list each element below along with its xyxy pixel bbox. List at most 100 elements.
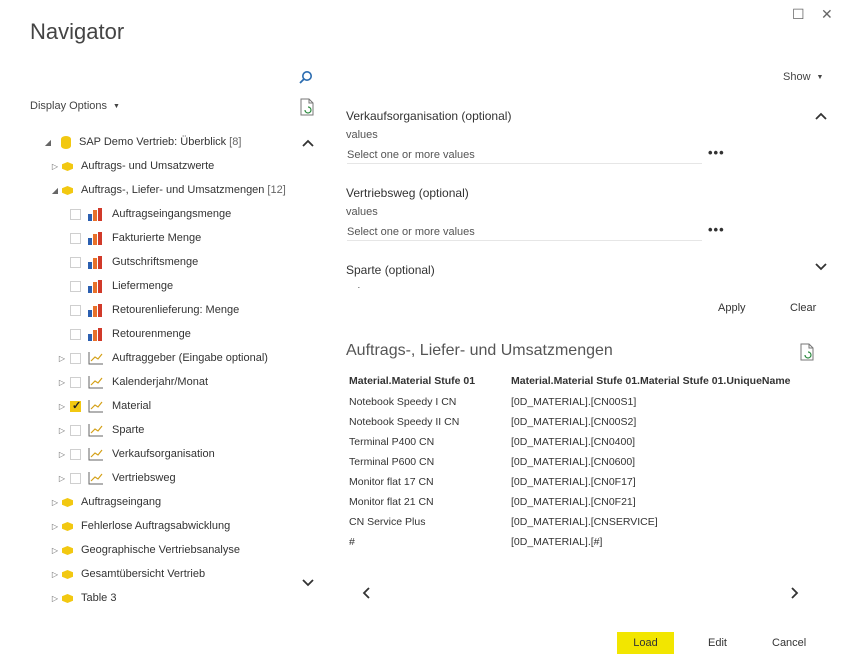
checkbox[interactable] <box>70 328 81 340</box>
tree-node-label: Fehlerlose Auftragsabwicklung <box>81 520 231 532</box>
dimension-icon <box>88 424 103 437</box>
param-hint: values <box>346 206 378 218</box>
tree-node-gesamtuebersicht-vertrieb[interactable]: ▷ Gesamtübersicht Vertrieb <box>50 562 205 586</box>
expand-triangle-icon[interactable]: ▷ <box>50 594 60 603</box>
param-hint: values <box>346 286 378 288</box>
cube-icon <box>62 497 73 507</box>
search-button[interactable] <box>298 70 314 86</box>
checkbox[interactable] <box>70 376 81 388</box>
tree-item-kalenderjahr-monat[interactable]: ▷ Kalenderjahr/Monat <box>57 370 208 394</box>
param-sparte-hint-clip: values <box>346 282 378 288</box>
tree-item-retourenlieferung-menge[interactable]: Retourenlieferung: Menge <box>70 298 239 322</box>
tree-node-geographische-vertriebsanalyse[interactable]: ▷ Geographische Vertriebsanalyse <box>50 538 240 562</box>
expand-triangle-icon[interactable]: ▷ <box>57 474 67 483</box>
tree-item-fakturierte-menge[interactable]: Fakturierte Menge <box>70 226 201 250</box>
tree-item-label: Auftragseingangsmenge <box>112 208 232 220</box>
expand-triangle-icon[interactable]: ▷ <box>50 570 60 579</box>
edit-button[interactable]: Edit <box>708 637 727 649</box>
table-row: Monitor flat 17 CN [0D_MATERIAL].[CN0F17] <box>349 471 814 491</box>
table-cell: Monitor flat 17 CN <box>349 476 434 488</box>
tree-item-auftragseingangsmenge[interactable]: Auftragseingangsmenge <box>70 202 231 226</box>
show-label: Show <box>783 71 811 83</box>
scroll-right-icon[interactable] <box>790 586 800 603</box>
checkbox[interactable] <box>70 424 81 436</box>
more-options-icon[interactable]: ••• <box>708 222 725 237</box>
table-row: Notebook Speedy II CN [0D_MATERIAL].[CN00… <box>349 411 814 431</box>
database-icon <box>61 135 71 149</box>
clear-button[interactable]: Clear <box>790 302 816 314</box>
expand-triangle-icon[interactable]: ▷ <box>50 162 60 171</box>
show-dropdown[interactable]: Show ▼ <box>783 71 823 83</box>
expand-triangle-icon[interactable]: ▷ <box>57 450 67 459</box>
expand-triangle-icon[interactable]: ▷ <box>50 522 60 531</box>
tree-item-verkaufsorganisation[interactable]: ▷ Verkaufsorganisation <box>57 442 215 466</box>
tree-node-table-3[interactable]: ▷ Table 3 <box>50 586 117 610</box>
maximize-button[interactable]: ☐ <box>792 6 805 23</box>
cube-icon <box>62 593 73 603</box>
checkbox[interactable] <box>70 208 81 220</box>
table-cell: [0D_MATERIAL].[#] <box>511 536 603 548</box>
measure-bar-icon <box>88 279 104 293</box>
load-button[interactable]: Load <box>617 632 674 654</box>
tree-node-count: [8] <box>229 136 242 148</box>
display-options-dropdown[interactable]: Display Options ▼ <box>30 100 120 112</box>
tree-node-sap-demo[interactable]: ◢ SAP Demo Vertrieb: Überblick [8] <box>43 130 241 154</box>
tree-item-label: Retourenlieferung: Menge <box>112 304 240 316</box>
tree-node-auftrags-umsatzwerte[interactable]: ▷ Auftrags- und Umsatzwerte <box>50 154 214 178</box>
collapse-triangle-icon[interactable]: ◢ <box>50 186 60 195</box>
tree-node-count: [12] <box>267 184 286 196</box>
refresh-button[interactable] <box>299 98 315 116</box>
table-cell: [0D_MATERIAL].[CN00S1] <box>511 396 637 408</box>
tree-node-label: Auftrags- und Umsatzwerte <box>81 160 215 172</box>
collapse-triangle-icon[interactable]: ◢ <box>43 138 53 147</box>
tree-node-fehlerlose-auftragsabwicklung[interactable]: ▷ Fehlerlose Auftragsabwicklung <box>50 514 230 538</box>
checkbox[interactable] <box>70 256 81 268</box>
table-cell: [0D_MATERIAL].[CN00S2] <box>511 416 637 428</box>
tree-item-label: Gutschriftsmenge <box>112 256 199 268</box>
table-body: Notebook Speedy I CN [0D_MATERIAL].[CN00S… <box>349 391 814 551</box>
tree-item-auftraggeber[interactable]: ▷ Auftraggeber (Eingabe optional) <box>57 346 268 370</box>
checkbox[interactable] <box>70 352 81 364</box>
tree-item-label: Kalenderjahr/Monat <box>112 376 209 388</box>
param-verkaufsorganisation-select[interactable]: Select one or more values <box>347 149 702 164</box>
collapse-params-icon[interactable] <box>814 111 828 121</box>
tree-item-liefermenge[interactable]: Liefermenge <box>70 274 173 298</box>
checkbox[interactable] <box>70 472 81 484</box>
preview-refresh-button[interactable] <box>799 343 815 361</box>
checkbox[interactable] <box>70 304 81 316</box>
tree-item-retourenmenge[interactable]: Retourenmenge <box>70 322 191 346</box>
checkbox-checked[interactable] <box>70 399 81 412</box>
checkbox[interactable] <box>70 232 81 244</box>
tree-item-sparte[interactable]: ▷ Sparte <box>57 418 144 442</box>
apply-button[interactable]: Apply <box>718 302 746 314</box>
expand-params-icon[interactable] <box>814 262 828 272</box>
scroll-up-icon[interactable] <box>301 138 315 148</box>
expand-triangle-icon[interactable]: ▷ <box>50 546 60 555</box>
close-button[interactable]: ✕ <box>821 6 833 23</box>
tree-node-auftragseingang[interactable]: ▷ Auftragseingang <box>50 490 161 514</box>
checkbox[interactable] <box>70 280 81 292</box>
tree-node-auftrags-liefer-umsatzmengen[interactable]: ◢ Auftrags-, Liefer- und Umsatzmengen [1… <box>50 178 286 202</box>
expand-triangle-icon[interactable]: ▷ <box>57 378 67 387</box>
cube-icon <box>62 545 73 555</box>
tree-item-vertriebsweg[interactable]: ▷ Vertriebsweg <box>57 466 176 490</box>
checkbox[interactable] <box>70 448 81 460</box>
tree-item-material[interactable]: ▷ Material <box>57 394 151 418</box>
scroll-left-icon[interactable] <box>361 586 371 603</box>
expand-triangle-icon[interactable]: ▷ <box>57 426 67 435</box>
tree-item-gutschriftsmenge[interactable]: Gutschriftsmenge <box>70 250 198 274</box>
expand-triangle-icon[interactable]: ▷ <box>50 498 60 507</box>
measure-bar-icon <box>88 231 104 245</box>
table-cell: Notebook Speedy II CN <box>349 416 460 428</box>
measure-bar-icon <box>88 327 104 341</box>
cancel-button[interactable]: Cancel <box>772 637 806 649</box>
expand-triangle-icon[interactable]: ▷ <box>57 402 67 411</box>
param-hint: values <box>346 129 378 141</box>
param-vertriebsweg-select[interactable]: Select one or more values <box>347 226 702 241</box>
tree-node-label: SAP Demo Vertrieb: Überblick <box>79 136 227 148</box>
scroll-down-icon[interactable] <box>301 578 315 588</box>
tree-item-label: Liefermenge <box>112 280 174 292</box>
table-cell: CN Service Plus <box>349 516 426 528</box>
expand-triangle-icon[interactable]: ▷ <box>57 354 67 363</box>
more-options-icon[interactable]: ••• <box>708 145 725 160</box>
